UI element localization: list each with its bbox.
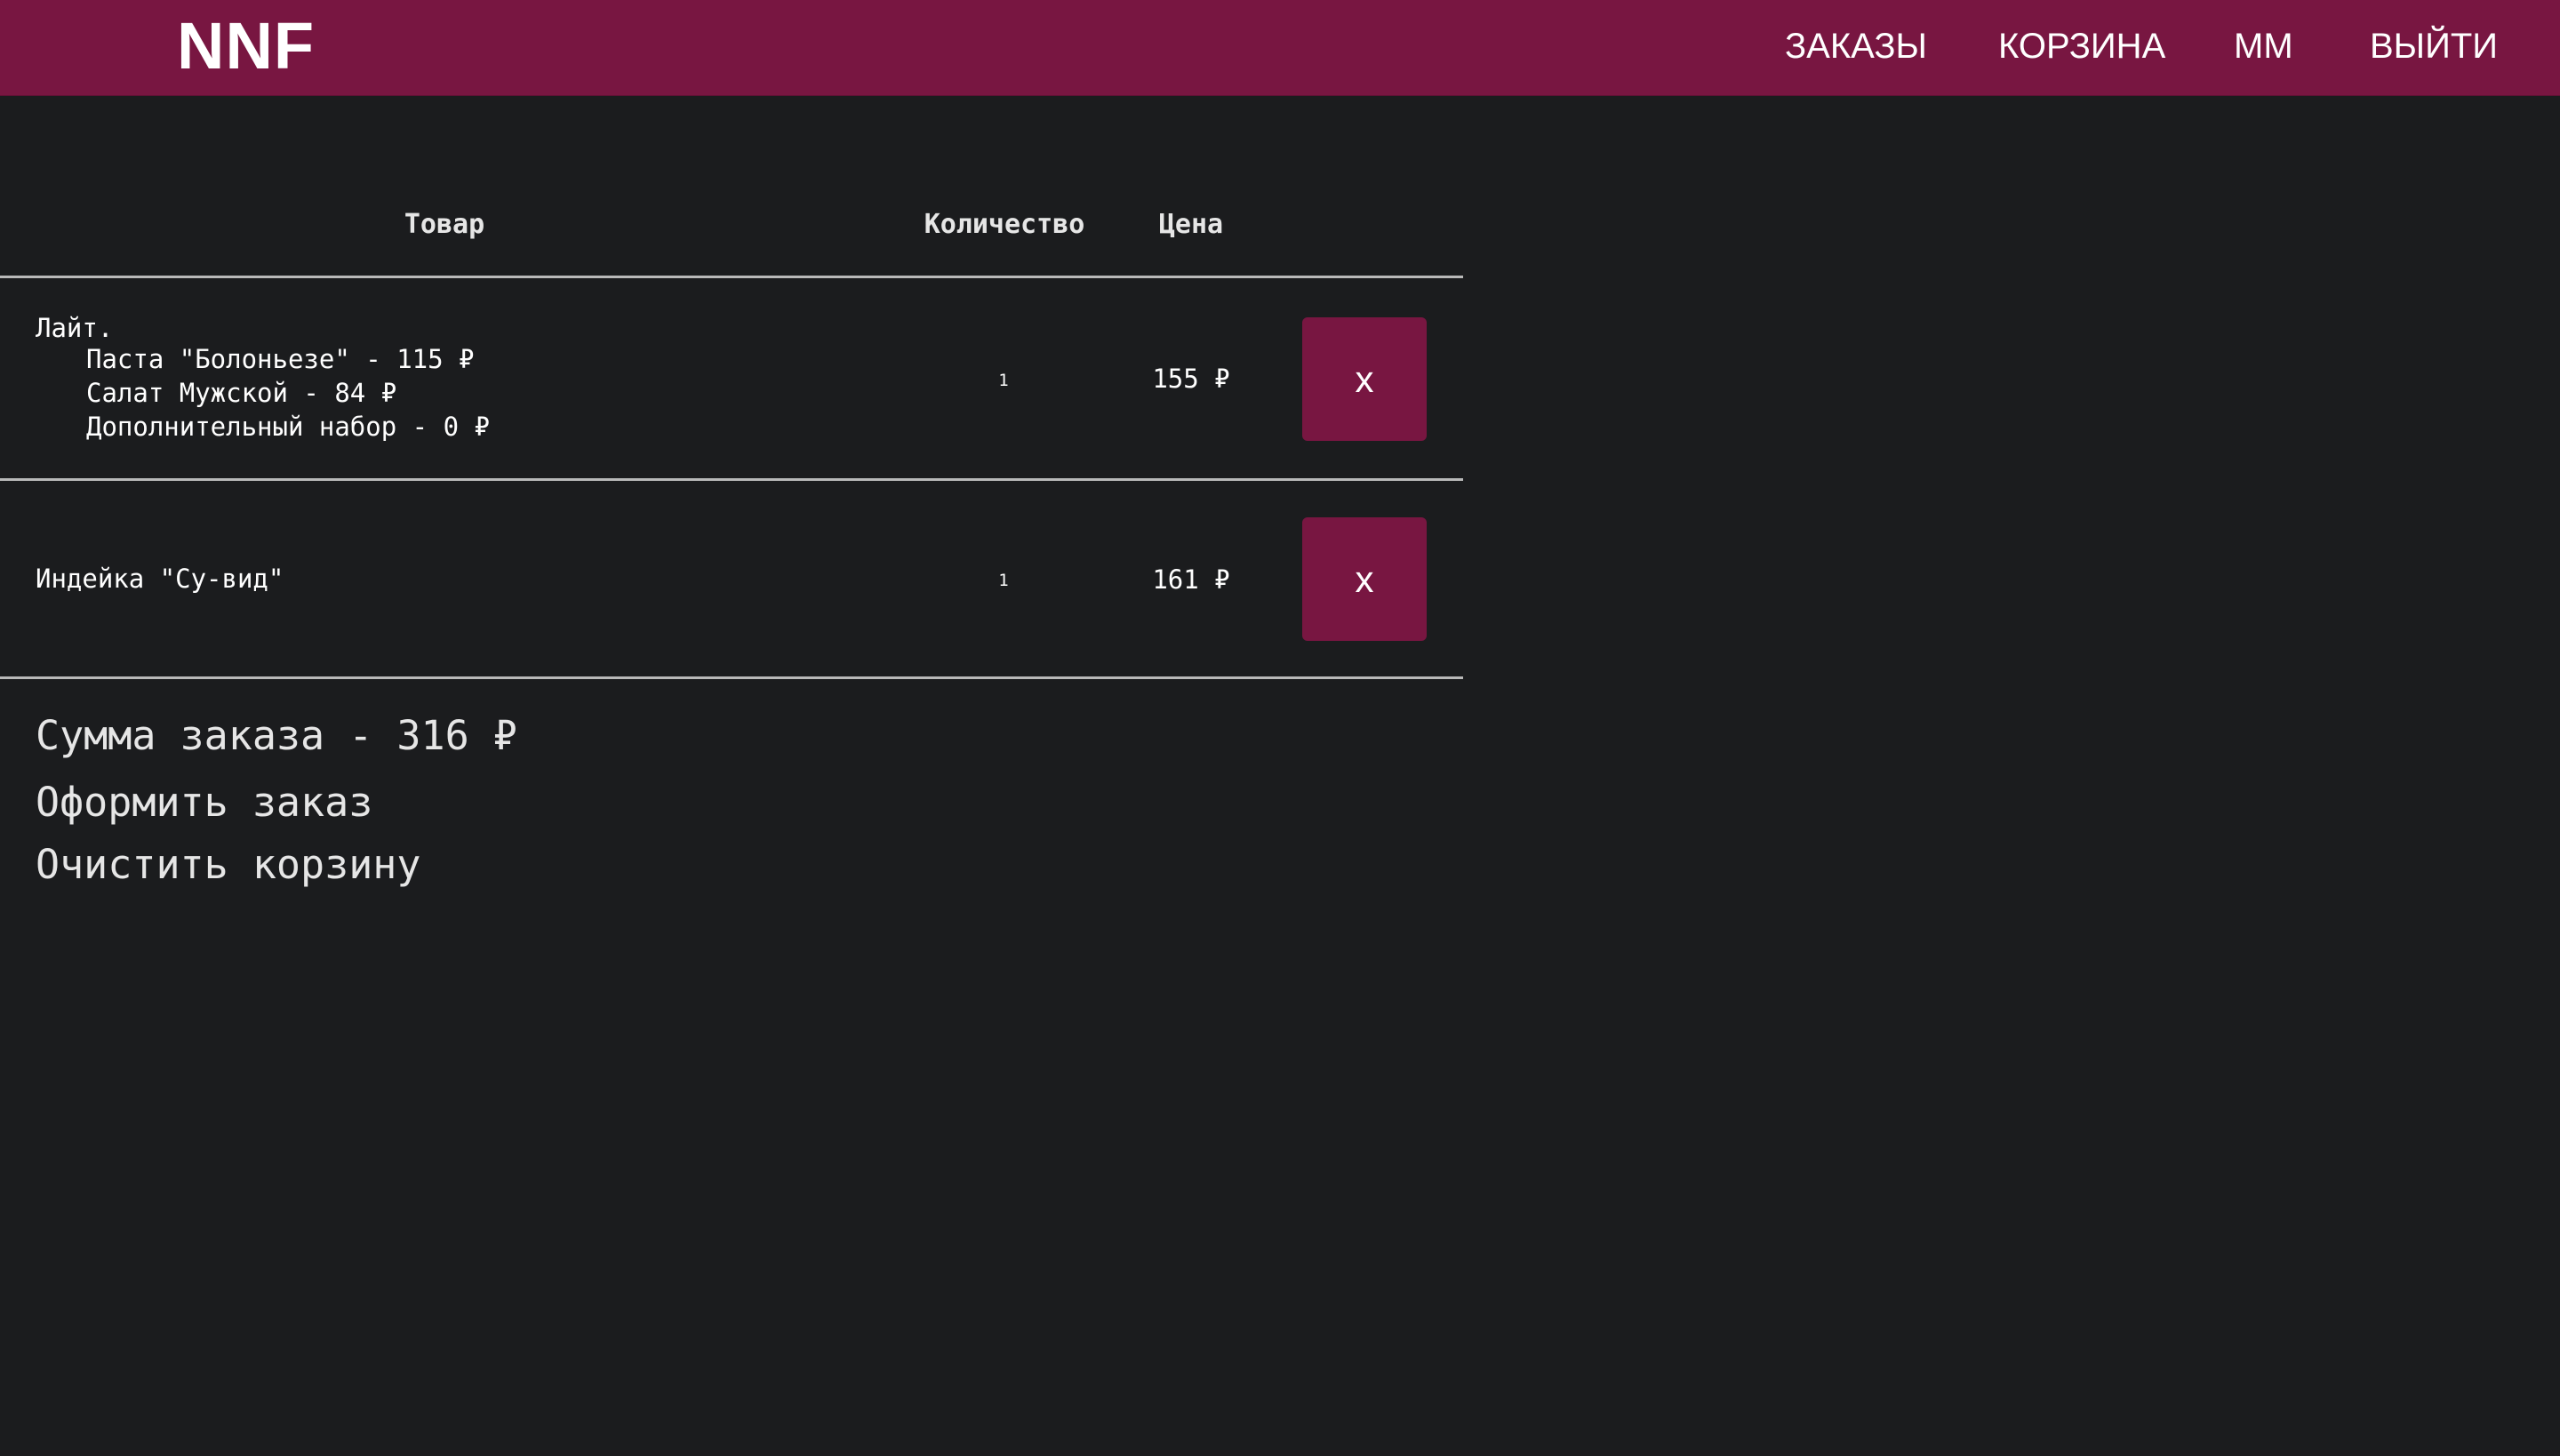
item-price: 155 ₽: [1152, 364, 1230, 394]
order-total: Сумма заказа - 316 ₽: [36, 712, 517, 759]
quantity-input[interactable]: [986, 365, 1021, 396]
column-header-price: Цена: [1158, 209, 1224, 240]
top-navigation-bar: NNF ЗАКАЗЫ КОРЗИНА ММ ВЫЙТИ: [0, 0, 2560, 96]
nav-link-orders[interactable]: ЗАКАЗЫ: [1785, 23, 1927, 69]
nav-link-user[interactable]: ММ: [2234, 23, 2293, 69]
nav-link-cart[interactable]: КОРЗИНА: [1998, 23, 2165, 69]
product-name: Лайт.: [36, 313, 114, 343]
logo[interactable]: NNF: [177, 11, 315, 82]
quantity-input[interactable]: [986, 565, 1021, 596]
column-header-quantity: Количество: [924, 209, 1085, 240]
clear-cart-link[interactable]: Очистить корзину: [36, 838, 420, 892]
remove-item-button[interactable]: x: [1302, 517, 1427, 641]
table-divider: [0, 276, 1463, 278]
column-header-product: Товар: [404, 209, 485, 240]
product-component: Салат Мужской - 84 ₽: [86, 378, 397, 408]
product-component: Дополнительный набор - 0 ₽: [86, 412, 490, 442]
remove-item-button[interactable]: x: [1302, 317, 1427, 441]
product-name: Индейка "Су-вид": [36, 564, 284, 594]
product-component: Паста "Болоньезе" - 115 ₽: [86, 344, 475, 374]
table-divider: [0, 478, 1463, 481]
nav-link-logout[interactable]: ВЫЙТИ: [2370, 23, 2498, 69]
item-price: 161 ₽: [1152, 564, 1230, 595]
checkout-link[interactable]: Оформить заказ: [36, 776, 372, 829]
table-divider: [0, 676, 1463, 679]
